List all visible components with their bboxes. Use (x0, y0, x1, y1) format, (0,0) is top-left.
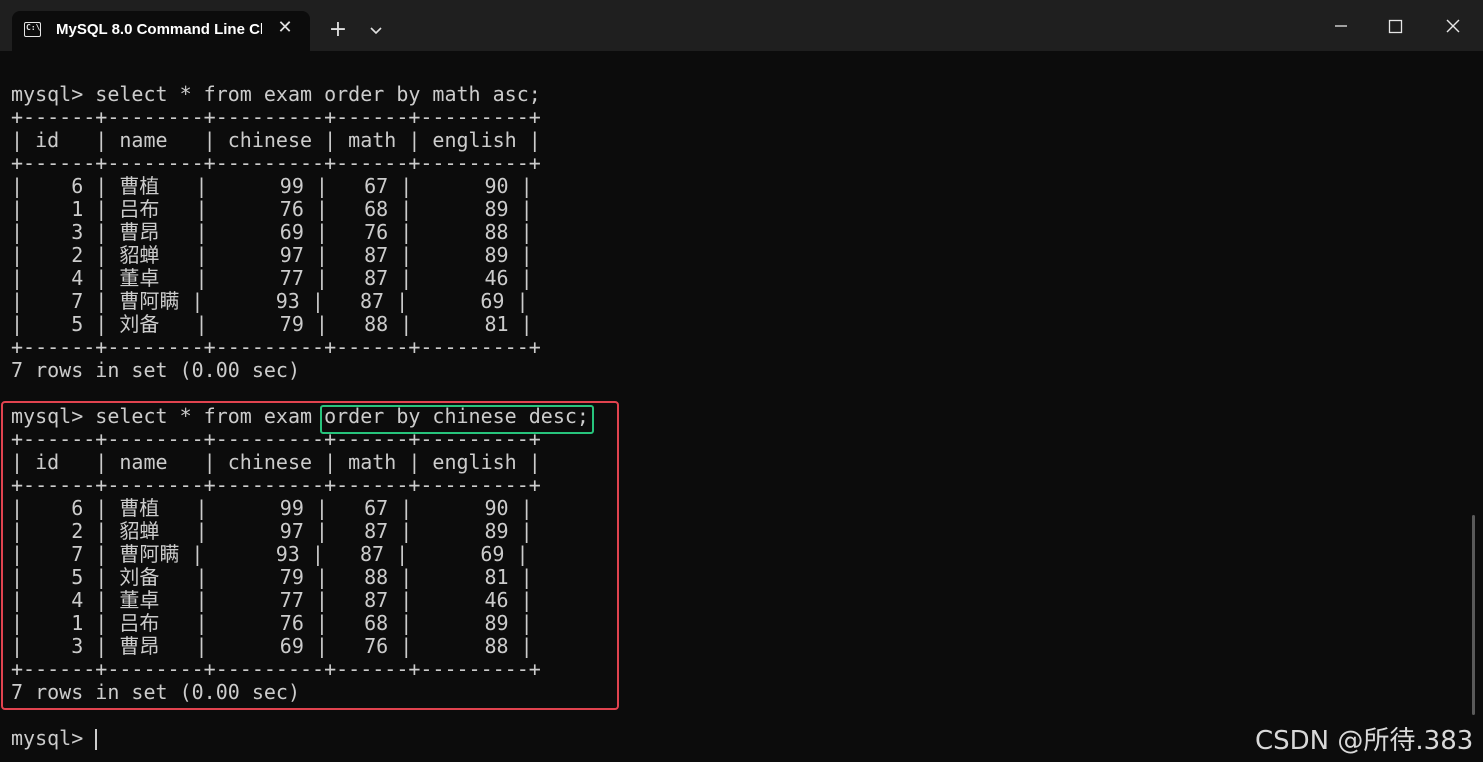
terminal-line: +------+--------+---------+------+------… (11, 105, 541, 129)
tab-title: MySQL 8.0 Command Line Client (56, 21, 262, 38)
terminal-line: | 1 | 吕布 | 76 | 68 | 89 | (11, 197, 533, 221)
terminal-line: +------+--------+---------+------+------… (11, 335, 541, 359)
highlight-box-second-query (1, 401, 619, 710)
terminal-line: +------+--------+---------+------+------… (11, 151, 541, 175)
terminal-line: | 7 | 曹阿瞒 | 93 | 87 | 69 | (11, 289, 529, 313)
terminal-line: | 2 | 貂蝉 | 97 | 87 | 89 | (11, 243, 533, 267)
maximize-button[interactable] (1372, 10, 1418, 42)
title-bar: C:\ MySQL 8.0 Command Line Client ✕ + (0, 0, 1483, 51)
terminal-icon: C:\ (24, 22, 41, 37)
terminal-line: | 3 | 曹昂 | 69 | 76 | 88 | (11, 220, 533, 244)
minimize-button[interactable] (1318, 10, 1364, 42)
terminal-line: 7 rows in set (0.00 sec) (11, 358, 300, 382)
tab-mysql-client[interactable]: C:\ MySQL 8.0 Command Line Client ✕ (12, 11, 310, 51)
terminal-line: | id | name | chinese | math | english | (11, 128, 541, 152)
new-tab-button[interactable]: + (326, 18, 350, 42)
watermark: CSDN @所待.383 (1255, 726, 1474, 756)
tab-close-icon[interactable]: ✕ (276, 17, 294, 39)
terminal-line: | 6 | 曹植 | 99 | 67 | 90 | (11, 174, 533, 198)
terminal-line: mysql> (11, 726, 96, 750)
terminal-line: | 5 | 刘备 | 79 | 88 | 81 | (11, 312, 533, 336)
scrollbar[interactable] (1472, 515, 1475, 715)
chevron-down-icon[interactable] (364, 18, 388, 42)
text-cursor (95, 729, 97, 750)
terminal-line: | 4 | 董卓 | 77 | 87 | 46 | (11, 266, 533, 290)
terminal-line: mysql> select * from exam order by math … (11, 82, 541, 106)
close-window-button[interactable] (1430, 10, 1476, 42)
highlight-box-order-clause (320, 405, 594, 434)
